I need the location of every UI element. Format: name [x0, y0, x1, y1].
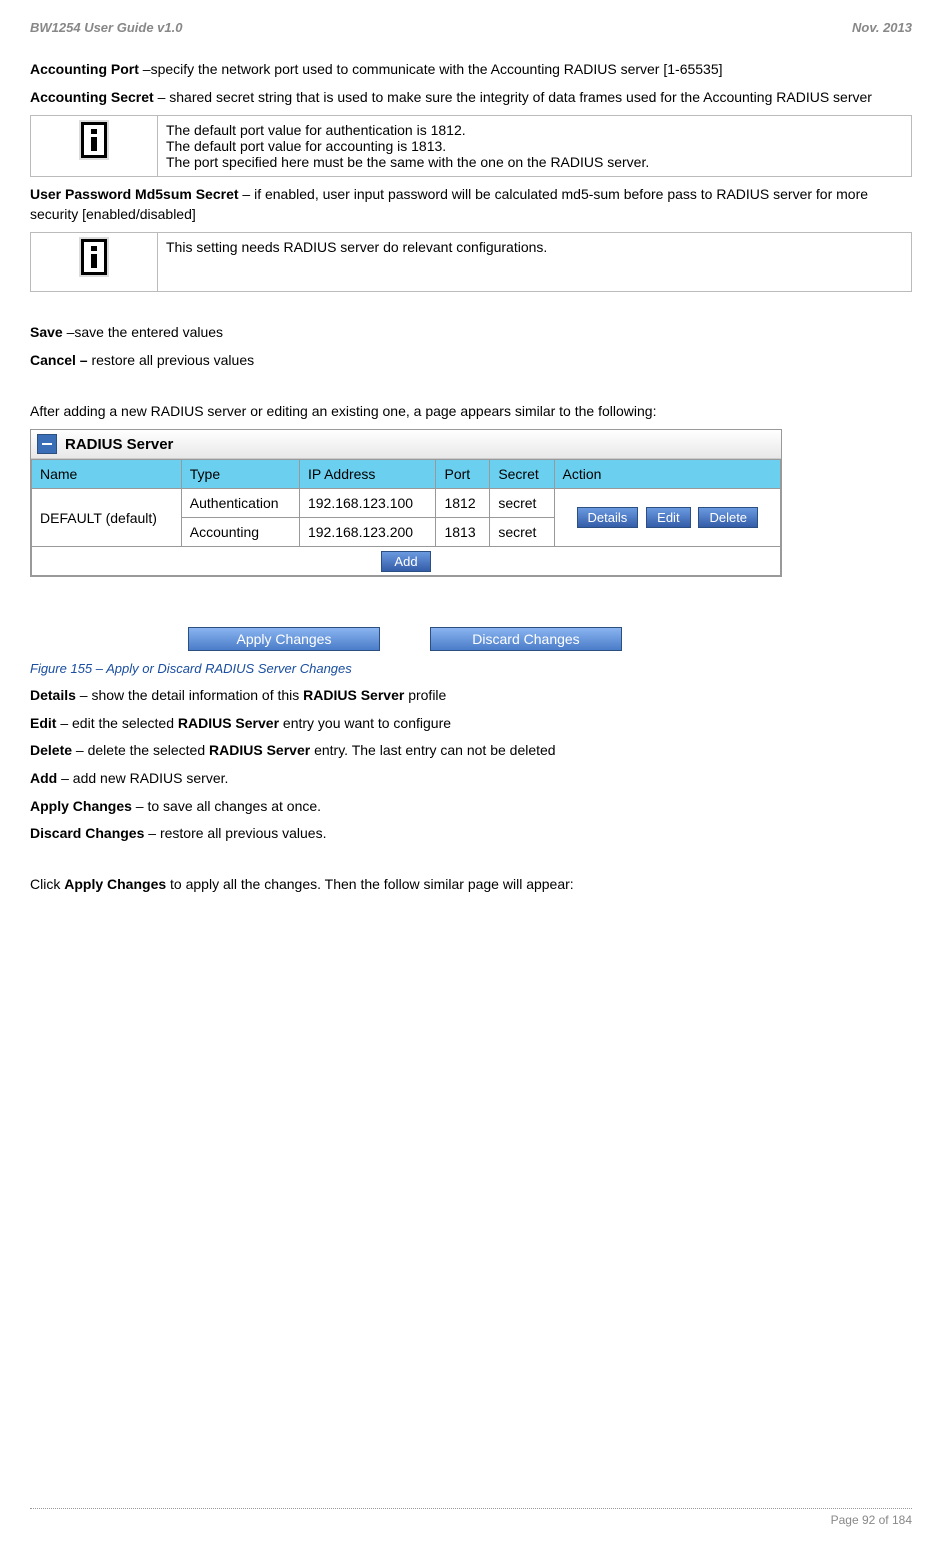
closing-para: Click Apply Changes to apply all the cha…	[30, 875, 912, 895]
note-text-cell: The default port value for authenticatio…	[158, 116, 912, 177]
apply-discard-row: Apply Changes Discard Changes	[30, 627, 780, 651]
def-edit: Edit – edit the selected RADIUS Server e…	[30, 714, 912, 734]
edit-button[interactable]: Edit	[646, 507, 690, 528]
note-icon-cell	[31, 116, 158, 177]
accounting-port-para: Accounting Port –specify the network por…	[30, 60, 912, 80]
save-label: Save	[30, 324, 63, 340]
def-edit-bold2: RADIUS Server	[178, 715, 279, 731]
radius-grid-header-row: Name Type IP Address Port Secret Action	[32, 460, 781, 489]
cell-actions: Details Edit Delete	[554, 489, 780, 547]
cancel-para: Cancel – restore all previous values	[30, 351, 912, 371]
cancel-text: restore all previous values	[88, 352, 255, 368]
col-ip: IP Address	[299, 460, 436, 489]
note1-line2: The default port value for accounting is…	[166, 138, 903, 154]
note1-line1: The default port value for authenticatio…	[166, 122, 903, 138]
def-details-text: – show the detail information of this	[76, 687, 303, 703]
radius-grid: Name Type IP Address Port Secret Action …	[31, 459, 781, 576]
def-edit-text2: entry you want to configure	[279, 715, 451, 731]
cell-port: 1813	[436, 518, 490, 547]
def-details-label: Details	[30, 687, 76, 703]
spacer	[166, 255, 903, 285]
def-discard-text: – restore all previous values.	[144, 825, 326, 841]
def-apply-label: Apply Changes	[30, 798, 132, 814]
def-add-text: – add new RADIUS server.	[57, 770, 228, 786]
cell-secret: secret	[490, 489, 554, 518]
cell-ip: 192.168.123.200	[299, 518, 436, 547]
add-cell: Add	[32, 547, 781, 576]
closing-pre: Click	[30, 876, 64, 892]
radius-panel-title: RADIUS Server	[65, 436, 173, 453]
col-type: Type	[181, 460, 299, 489]
radius-panel-header: RADIUS Server	[31, 430, 781, 459]
figure-caption: Figure 155 – Apply or Discard RADIUS Ser…	[30, 661, 912, 676]
def-delete-text2: entry. The last entry can not be deleted	[310, 742, 555, 758]
info-icon	[81, 122, 107, 158]
note1-line3: The port specified here must be the same…	[166, 154, 903, 170]
closing-post: to apply all the changes. Then the follo…	[166, 876, 574, 892]
def-discard: Discard Changes – restore all previous v…	[30, 824, 912, 844]
info-icon	[81, 239, 107, 275]
def-add-label: Add	[30, 770, 57, 786]
accounting-secret-label: Accounting Secret	[30, 89, 154, 105]
save-text: –save the entered values	[63, 324, 223, 340]
cancel-label: Cancel –	[30, 352, 88, 368]
def-delete-bold2: RADIUS Server	[209, 742, 310, 758]
col-port: Port	[436, 460, 490, 489]
col-name: Name	[32, 460, 182, 489]
def-delete-label: Delete	[30, 742, 72, 758]
note-table-md5: This setting needs RADIUS server do rele…	[30, 232, 912, 292]
apply-changes-button[interactable]: Apply Changes	[188, 627, 380, 651]
details-button[interactable]: Details	[577, 507, 639, 528]
add-button[interactable]: Add	[381, 551, 430, 572]
cell-name: DEFAULT (default)	[32, 489, 182, 547]
def-apply: Apply Changes – to save all changes at o…	[30, 797, 912, 817]
page-header: BW1254 User Guide v1.0 Nov. 2013	[30, 20, 912, 35]
cell-secret: secret	[490, 518, 554, 547]
cell-type: Authentication	[181, 489, 299, 518]
table-row: DEFAULT (default) Authentication 192.168…	[32, 489, 781, 518]
accounting-port-label: Accounting Port	[30, 61, 139, 77]
save-para: Save –save the entered values	[30, 323, 912, 343]
delete-button[interactable]: Delete	[698, 507, 758, 528]
cell-port: 1812	[436, 489, 490, 518]
collapse-icon[interactable]	[37, 434, 57, 454]
closing-bold: Apply Changes	[64, 876, 166, 892]
footer-divider	[30, 1508, 912, 1509]
def-edit-text: – edit the selected	[56, 715, 177, 731]
def-apply-text: – to save all changes at once.	[132, 798, 321, 814]
header-right: Nov. 2013	[852, 20, 912, 35]
after-adding-text: After adding a new RADIUS server or edit…	[30, 402, 912, 422]
def-discard-label: Discard Changes	[30, 825, 144, 841]
header-left: BW1254 User Guide v1.0	[30, 20, 182, 35]
cell-type: Accounting	[181, 518, 299, 547]
md5-label: User Password Md5sum Secret	[30, 186, 239, 202]
page-footer: Page 92 of 184	[30, 1508, 912, 1527]
def-details: Details – show the detail information of…	[30, 686, 912, 706]
accounting-port-text: –specify the network port used to commun…	[139, 61, 723, 77]
def-delete-text: – delete the selected	[72, 742, 209, 758]
col-secret: Secret	[490, 460, 554, 489]
cell-ip: 192.168.123.100	[299, 489, 436, 518]
radius-server-panel: RADIUS Server Name Type IP Address Port …	[30, 429, 782, 577]
discard-changes-button[interactable]: Discard Changes	[430, 627, 622, 651]
def-edit-label: Edit	[30, 715, 56, 731]
accounting-secret-para: Accounting Secret – shared secret string…	[30, 88, 912, 108]
add-row: Add	[32, 547, 781, 576]
def-delete: Delete – delete the selected RADIUS Serv…	[30, 741, 912, 761]
accounting-secret-text: – shared secret string that is used to m…	[154, 89, 872, 105]
note-text-cell: This setting needs RADIUS server do rele…	[158, 233, 912, 292]
note-icon-cell	[31, 233, 158, 292]
def-details-bold2: RADIUS Server	[303, 687, 404, 703]
def-add: Add – add new RADIUS server.	[30, 769, 912, 789]
md5-para: User Password Md5sum Secret – if enabled…	[30, 185, 912, 224]
note2-line1: This setting needs RADIUS server do rele…	[166, 239, 903, 255]
def-details-text2: profile	[404, 687, 446, 703]
footer-page-number: Page 92 of 184	[30, 1513, 912, 1527]
note-table-ports: The default port value for authenticatio…	[30, 115, 912, 177]
col-action: Action	[554, 460, 780, 489]
